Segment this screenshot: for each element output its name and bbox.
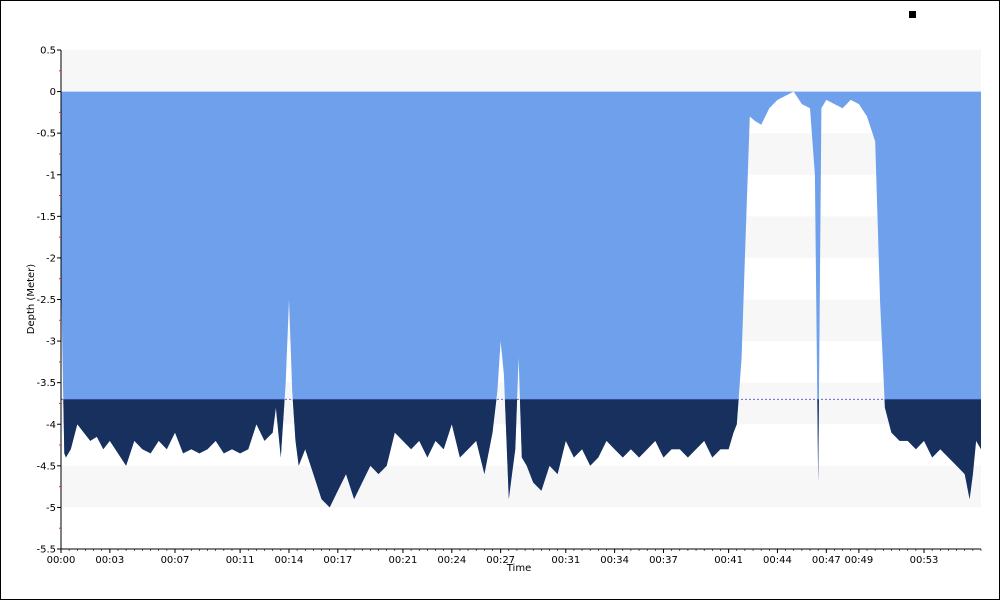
x-tick-label: 00:00 [47, 555, 76, 566]
y-tick-label: -4 [46, 420, 56, 431]
y-tick-label: -2 [46, 253, 56, 264]
x-tick-label: 00:03 [95, 555, 124, 566]
y-axis-title: Depth (Meter) [26, 264, 37, 335]
x-tick-label: 00:31 [551, 555, 580, 566]
y-tick-label: -1 [46, 170, 56, 181]
x-tick-label: 00:47 [812, 555, 841, 566]
x-tick-label: 00:07 [161, 555, 190, 566]
x-tick-label: 00:14 [275, 555, 304, 566]
x-tick-label: 00:17 [323, 555, 352, 566]
x-tick-label: 00:37 [649, 555, 678, 566]
y-tick-label: -1.5 [36, 212, 56, 223]
x-tick-label: 00:24 [437, 555, 466, 566]
grid-band [61, 50, 981, 92]
y-tick-label: -2.5 [36, 295, 56, 306]
x-axis-title: Time [506, 563, 531, 574]
y-tick-label: -5 [46, 503, 56, 514]
y-tick-label: -4.5 [36, 461, 56, 472]
y-tick-label: 0.5 [40, 46, 56, 57]
legend-marker [909, 11, 916, 18]
y-tick-label: 0 [50, 87, 56, 98]
grid-band [61, 465, 981, 508]
x-tick-label: 00:34 [600, 555, 629, 566]
x-tick-label: 00:44 [763, 555, 792, 566]
x-tick-label: 00:21 [389, 555, 418, 566]
x-tick-label: 00:11 [226, 555, 255, 566]
depth-chart: 0.50-0.5-1-1.5-2-2.5-3-3.5-4-4.5-5-5.500… [26, 11, 982, 574]
y-tick-label: -5.5 [36, 545, 56, 556]
y-tick-label: -0.5 [36, 129, 56, 140]
x-tick-label: 00:53 [910, 555, 939, 566]
y-tick-label: -3 [46, 337, 56, 348]
x-tick-label: 00:49 [844, 555, 873, 566]
x-tick-label: 00:41 [714, 555, 743, 566]
y-tick-label: -3.5 [36, 378, 56, 389]
